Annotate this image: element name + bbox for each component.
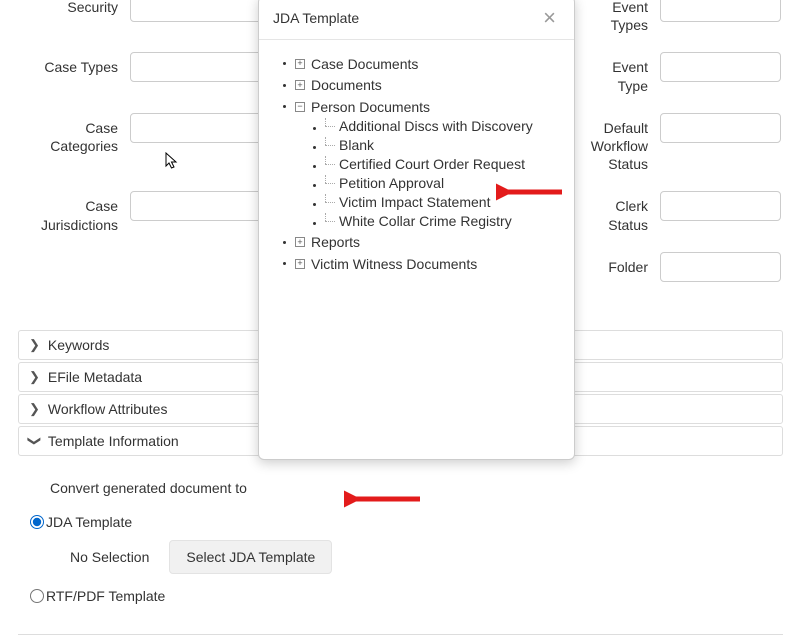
rtf-pdf-template-radio[interactable] xyxy=(30,589,44,603)
folder-label: Folder xyxy=(580,252,660,276)
jda-template-modal: JDA Template × + Case Documents + Docume… xyxy=(258,0,575,460)
tree-label: Case Documents xyxy=(311,56,418,72)
event-type-label: Event Type xyxy=(580,52,660,94)
chevron-right-icon: ❯ xyxy=(29,337,40,353)
expand-icon[interactable]: + xyxy=(295,259,305,269)
template-tree: + Case Documents + Documents − Person Do… xyxy=(265,53,568,272)
tree-leaf-additional-discs[interactable]: Additional Discs with Discovery xyxy=(339,118,533,134)
tree-label: Reports xyxy=(311,234,360,250)
tree-label: Person Documents xyxy=(311,99,430,115)
accordion-workflow-label: Workflow Attributes xyxy=(48,401,168,417)
tree-leaf-victim-impact-statement[interactable]: Victim Impact Statement xyxy=(339,194,490,210)
event-type-input[interactable] xyxy=(660,52,781,82)
event-types-label: Event Types xyxy=(580,0,660,34)
clerk-status-label: Clerk Status xyxy=(580,191,660,233)
modal-title: JDA Template xyxy=(273,10,359,26)
tree-node-person-documents[interactable]: − Person Documents xyxy=(295,99,430,115)
default-workflow-status-label: Default Workflow Status xyxy=(580,113,660,174)
tree-label: Documents xyxy=(311,77,382,93)
close-icon[interactable]: × xyxy=(539,7,560,29)
chevron-down-icon: ❯ xyxy=(26,435,42,446)
clerk-status-input[interactable] xyxy=(660,191,781,221)
select-jda-template-button[interactable]: Select JDA Template xyxy=(169,540,332,574)
chevron-right-icon: ❯ xyxy=(29,369,40,385)
tree-leaf-petition-approval[interactable]: Petition Approval xyxy=(339,175,444,191)
jda-template-radio[interactable] xyxy=(30,515,44,529)
tree-node-victim-witness-documents[interactable]: + Victim Witness Documents xyxy=(295,256,477,272)
case-categories-label: Case Categories xyxy=(20,113,130,155)
tree-label: Victim Witness Documents xyxy=(311,256,477,272)
expand-icon[interactable]: + xyxy=(295,237,305,247)
accordion-keywords-label: Keywords xyxy=(48,337,109,353)
default-workflow-status-input[interactable] xyxy=(660,113,781,143)
case-jurisdictions-label: Case Jurisdictions xyxy=(20,191,130,233)
folder-input[interactable] xyxy=(660,252,781,282)
rtf-pdf-template-radio-label[interactable]: RTF/PDF Template xyxy=(46,588,165,604)
chevron-right-icon: ❯ xyxy=(29,401,40,417)
security-label: Security xyxy=(20,0,130,16)
tree-leaf-certified-court-order[interactable]: Certified Court Order Request xyxy=(339,156,525,172)
convert-label: Convert generated document to xyxy=(50,480,771,496)
tree-leaf-blank[interactable]: Blank xyxy=(339,137,374,153)
tree-node-case-documents[interactable]: + Case Documents xyxy=(295,56,418,72)
jda-template-radio-label[interactable]: JDA Template xyxy=(46,514,132,530)
case-types-label: Case Types xyxy=(20,52,130,76)
accordion-template-label: Template Information xyxy=(48,433,179,449)
event-types-input[interactable] xyxy=(660,0,781,22)
no-selection-text: No Selection xyxy=(70,549,149,565)
tree-node-documents[interactable]: + Documents xyxy=(295,77,382,93)
accordion-efile-label: EFile Metadata xyxy=(48,369,142,385)
expand-icon[interactable]: + xyxy=(295,59,305,69)
tree-node-reports[interactable]: + Reports xyxy=(295,234,360,250)
expand-icon[interactable]: + xyxy=(295,80,305,90)
collapse-icon[interactable]: − xyxy=(295,102,305,112)
tree-leaf-white-collar-crime[interactable]: White Collar Crime Registry xyxy=(339,213,512,229)
